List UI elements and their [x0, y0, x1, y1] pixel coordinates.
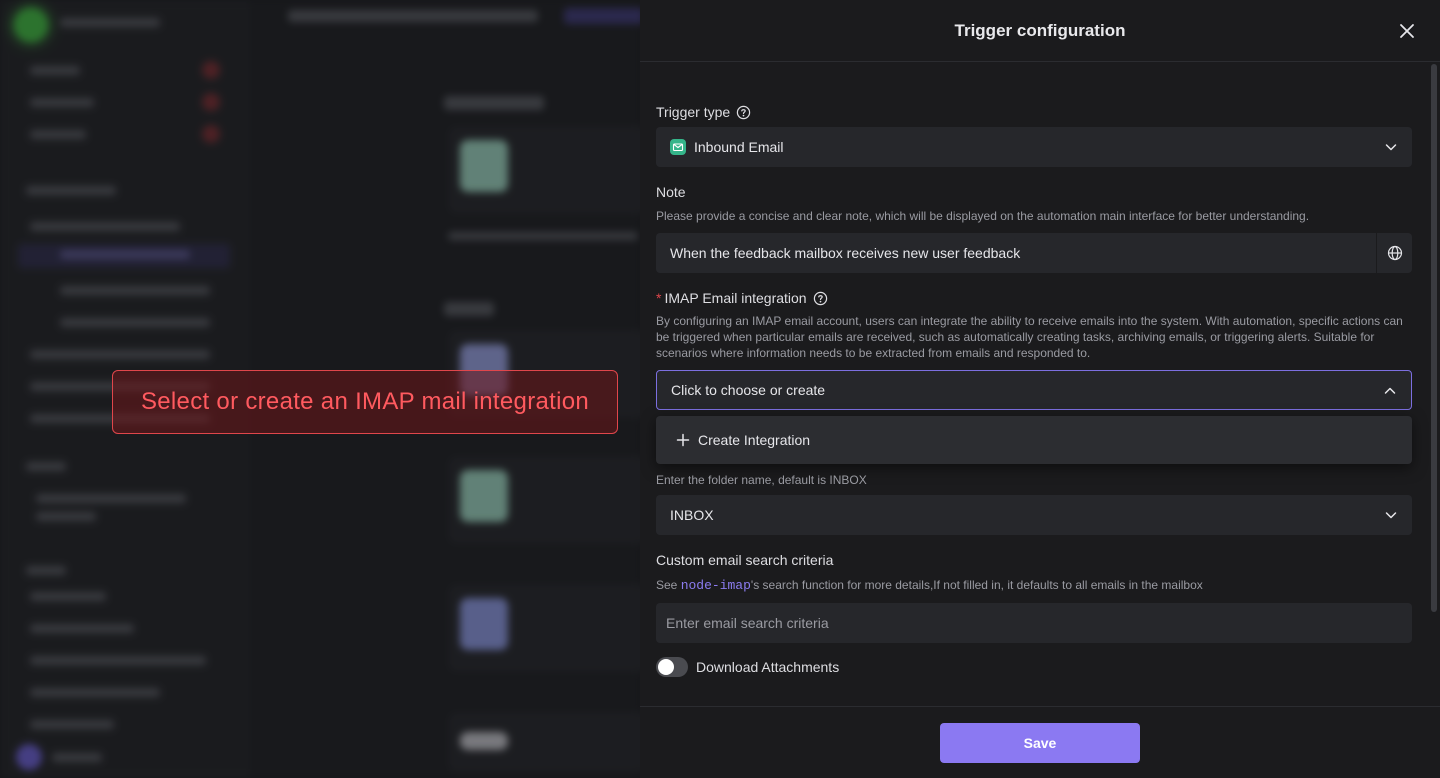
drawer-body: Trigger type Inbound Email Note Please p…: [640, 62, 1440, 706]
download-attachments-toggle[interactable]: [656, 657, 688, 677]
search-description: See node-imap's search function for more…: [656, 577, 1414, 594]
instruction-callout: Select or create an IMAP mail integratio…: [112, 370, 618, 434]
note-description: Please provide a concise and clear note,…: [656, 209, 1310, 223]
trigger-type-label: Trigger type: [656, 104, 731, 120]
drawer-footer: Save: [640, 706, 1440, 778]
app-root: Select or create an IMAP mail integratio…: [0, 0, 1440, 778]
trigger-type-label-row: Trigger type: [656, 104, 751, 120]
scrollbar[interactable]: [1431, 64, 1437, 612]
imap-label-row: * IMAP Email integration: [656, 290, 828, 306]
search-desc-suffix: 's search function for more details,If n…: [750, 578, 1203, 592]
close-icon: [1400, 24, 1414, 38]
imap-integration-select[interactable]: Click to choose or create: [656, 370, 1412, 410]
email-trigger-icon: [670, 139, 686, 155]
close-button[interactable]: [1396, 20, 1418, 42]
drawer-header: Trigger configuration: [640, 0, 1440, 62]
workspace-logo: [14, 8, 48, 42]
save-button[interactable]: Save: [940, 722, 1140, 763]
note-value: When the feedback mailbox receives new u…: [670, 245, 1021, 261]
trigger-type-select[interactable]: Inbound Email: [656, 127, 1412, 167]
node-imap-link[interactable]: node-imap: [681, 578, 751, 593]
trigger-type-value: Inbound Email: [694, 139, 784, 155]
imap-label: IMAP Email integration: [664, 290, 807, 306]
folder-select[interactable]: INBOX: [656, 495, 1412, 535]
search-input-wrapper: [656, 603, 1412, 643]
search-desc-prefix: See: [656, 578, 681, 592]
globe-icon: [1387, 245, 1402, 261]
chevron-down-icon: [1385, 512, 1397, 519]
create-integration-option[interactable]: Create Integration: [656, 416, 1412, 464]
trigger-configuration-drawer: Trigger configuration Trigger type Inbou…: [640, 0, 1440, 778]
translate-button[interactable]: [1376, 233, 1412, 273]
download-attachments-label: Download Attachments: [696, 659, 840, 675]
note-label-row: Note: [656, 184, 686, 200]
note-input[interactable]: When the feedback mailbox receives new u…: [656, 233, 1412, 273]
callout-text: Select or create an IMAP mail integratio…: [140, 388, 590, 415]
chevron-down-icon: [1385, 144, 1397, 151]
create-integration-label: Create Integration: [698, 432, 811, 448]
imap-description: By configuring an IMAP email account, us…: [656, 314, 1403, 360]
chevron-up-icon: [1384, 387, 1396, 394]
folder-description: Enter the folder name, default is INBOX: [656, 473, 867, 487]
search-label: Custom email search criteria: [656, 552, 834, 568]
email-search-input[interactable]: [656, 603, 1412, 643]
plus-icon: [676, 433, 690, 447]
toggle-knob: [658, 659, 674, 675]
download-attachments-label-row: Download Attachments: [696, 659, 839, 675]
note-label: Note: [656, 184, 686, 200]
search-label-row: Custom email search criteria: [656, 552, 833, 568]
user-avatar: [16, 744, 42, 770]
drawer-title: Trigger configuration: [954, 20, 1126, 40]
folder-value: INBOX: [670, 507, 714, 523]
help-icon[interactable]: [736, 105, 751, 120]
required-mark: *: [656, 290, 662, 306]
imap-placeholder: Click to choose or create: [671, 382, 826, 398]
help-icon[interactable]: [813, 291, 828, 306]
